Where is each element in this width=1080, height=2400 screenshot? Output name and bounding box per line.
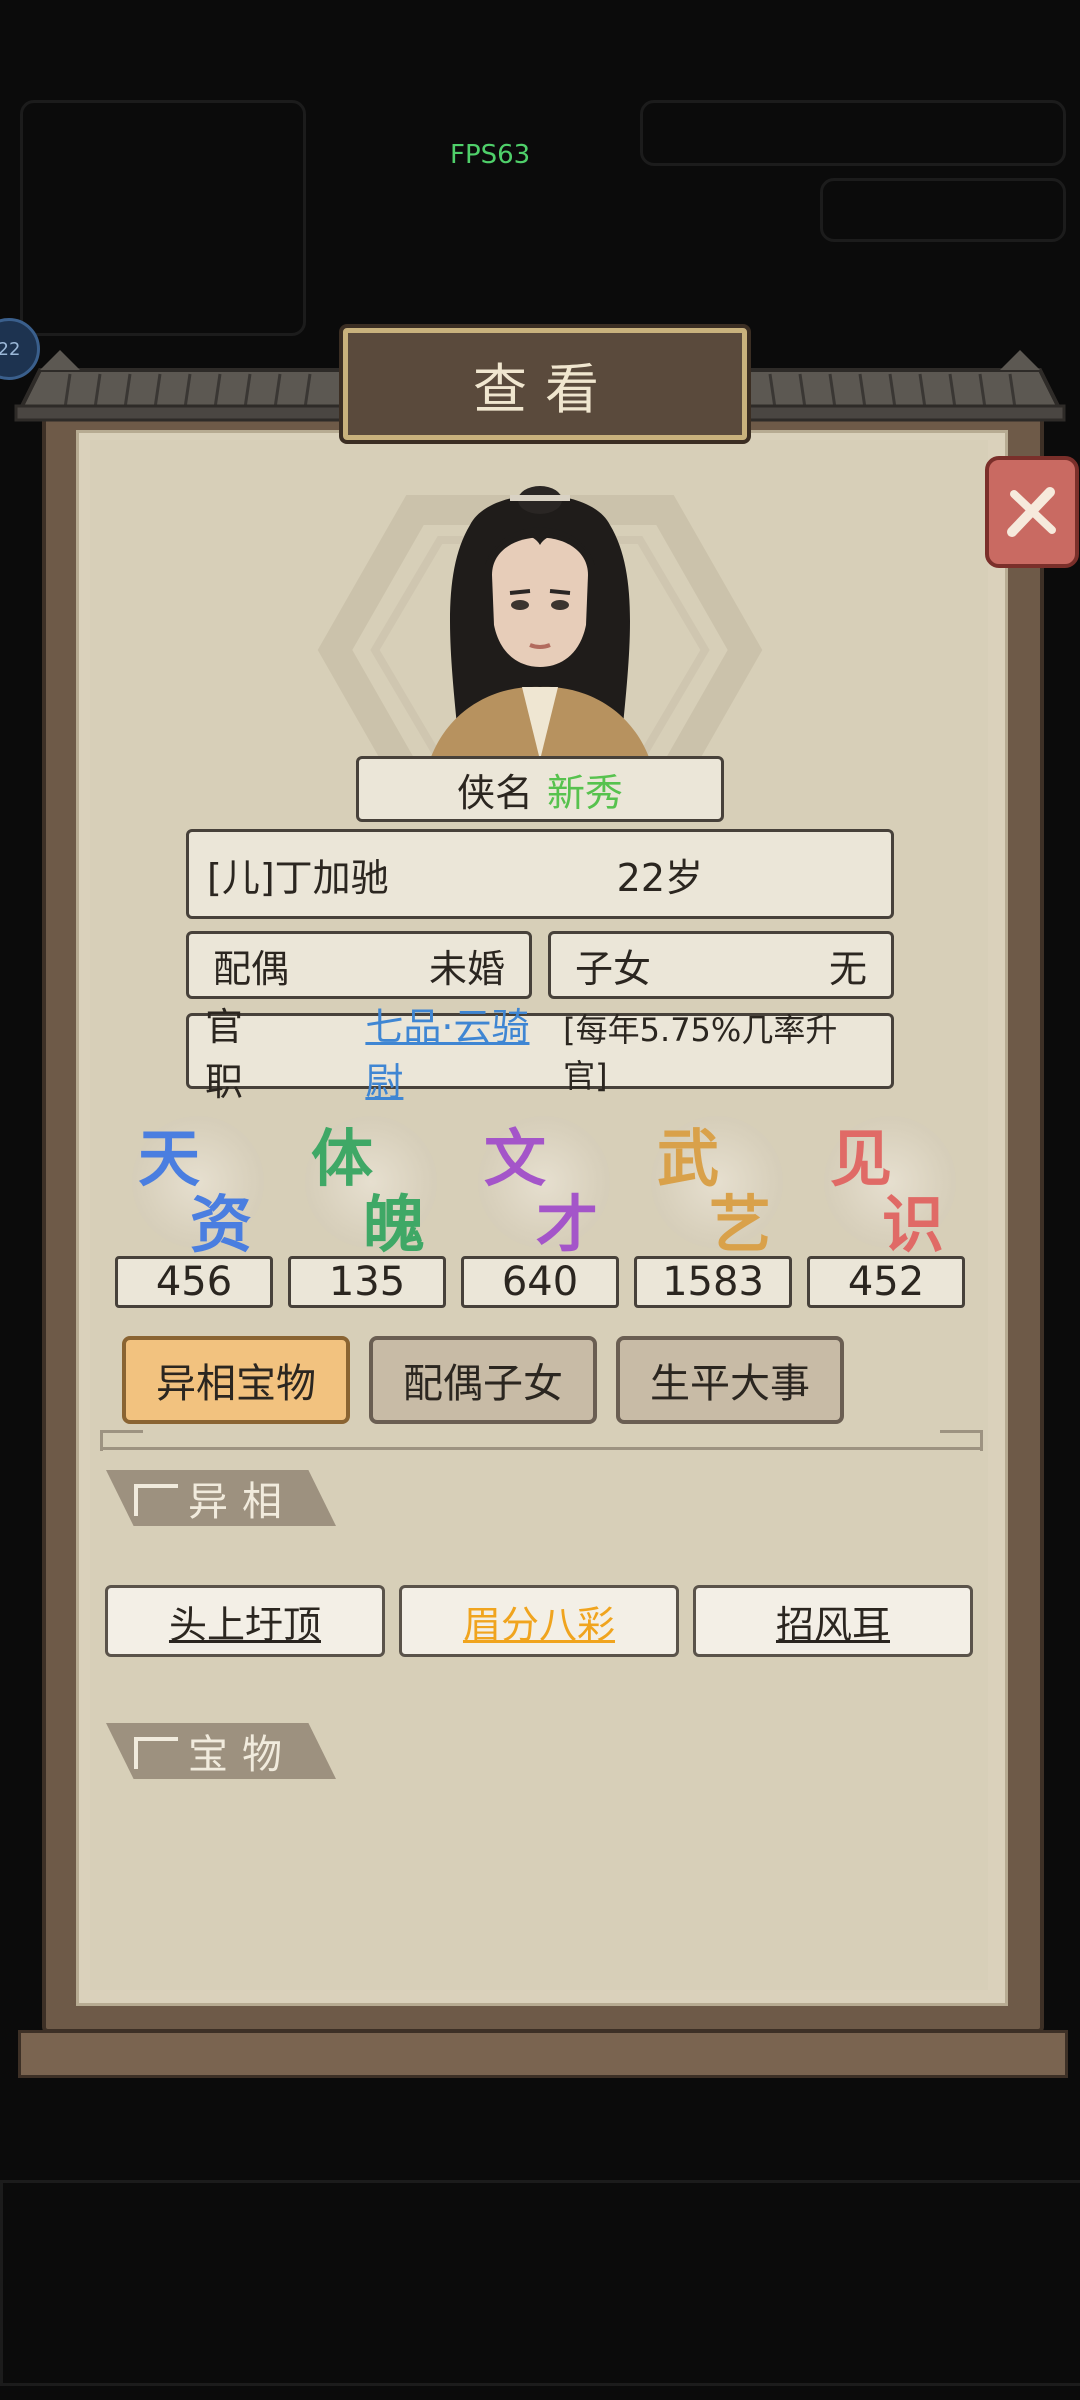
close-button[interactable] [985,456,1079,568]
tab-life-events[interactable]: 生平大事 [616,1336,844,1424]
section-divider [100,1447,980,1450]
background-panel [640,100,1066,166]
attribute-talent[interactable]: 天 资 [114,1108,274,1261]
character-portrait [430,486,650,760]
attribute-value-martial: 1583 [634,1256,792,1308]
tab-traits-treasures[interactable]: 异相宝物 [122,1336,350,1424]
attribute-value-talent: 456 [115,1256,273,1308]
office-label: 官职 [205,1005,244,1104]
background-panel [20,100,306,336]
spouse-box: 配偶 未婚 [186,931,532,999]
office-rank-link[interactable]: 七品·云骑尉 [365,996,563,1106]
attribute-physique[interactable]: 体 魄 [287,1108,447,1261]
attribute-knowledge[interactable]: 见 识 [806,1108,966,1261]
treasures-section-title: 宝物 [188,1732,296,1778]
attribute-value-knowledge: 452 [807,1256,965,1308]
traits-section-title: 异相 [188,1479,296,1525]
attribute-char-2: 资 [190,1188,253,1261]
hero-name-label: 侠名 [456,770,533,815]
attribute-martial[interactable]: 武 艺 [633,1108,793,1261]
divider-corner-right [940,1430,983,1451]
identity-box: [儿]丁加驰 22岁 [186,829,894,919]
children-label: 子女 [575,946,652,991]
office-promotion-note: [每年5.75%几率升官] [563,1011,838,1095]
spouse-value: 未婚 [428,946,505,991]
treasures-section-header: 宝物 [106,1723,336,1779]
dialog-title: 查看 [473,357,617,421]
trait-chip[interactable]: 招风耳 [693,1585,973,1657]
identity-name: [儿]丁加驰 [207,855,389,900]
attribute-char-2: 识 [882,1188,945,1261]
trait-chip[interactable]: 眉分八彩 [399,1585,679,1657]
attribute-literacy[interactable]: 文 才 [460,1108,620,1261]
attribute-char-2: 才 [536,1188,599,1261]
identity-age: 22岁 [616,855,703,900]
trait-chip[interactable]: 头上圩顶 [105,1585,385,1657]
hero-name-value: 新秀 [547,770,624,815]
children-value: 无 [828,946,867,991]
dialog-title-plate: 查看 [343,328,747,440]
hero-name-box: 侠名 新秀 [356,756,724,822]
tab-spouse-children[interactable]: 配偶子女 [369,1336,597,1424]
background-panel [820,178,1066,242]
traits-section-header: 异相 [106,1470,336,1526]
spouse-label: 配偶 [213,946,290,991]
section-marker-icon [134,1737,178,1769]
divider-corner-left [100,1430,143,1451]
attribute-value-physique: 135 [288,1256,446,1308]
fps-counter: FPS63 [450,140,531,170]
office-box: 官职 七品·云骑尉 [每年5.75%几率升官] [186,1005,894,1104]
section-marker-icon [134,1484,178,1516]
attribute-char-2: 艺 [709,1188,772,1261]
attribute-value-literacy: 640 [461,1256,619,1308]
background-panel [0,2180,1080,2386]
children-box: 子女 无 [548,931,894,999]
close-icon [1007,487,1056,537]
frame-bottom-rail [18,2030,1068,2078]
attribute-char-2: 魄 [363,1188,426,1261]
